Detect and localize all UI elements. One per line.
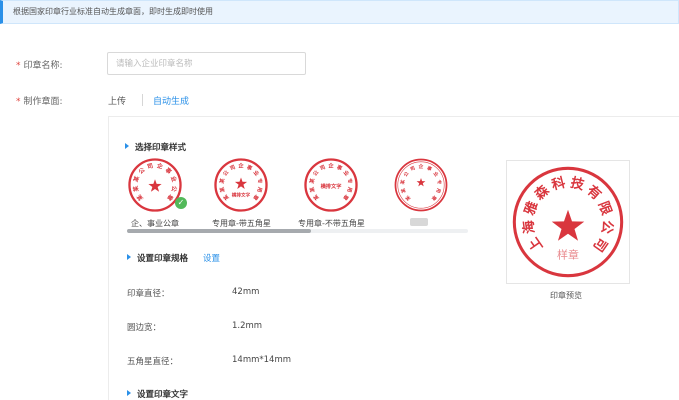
tab-upload[interactable]: 上传	[108, 94, 126, 107]
seal-preview: 上海雅森科技有限公司样章	[506, 160, 630, 284]
seal-special-star-icon: 某某某公司企事业专用章横排文字	[214, 158, 268, 212]
svg-text:专: 专	[346, 178, 355, 185]
svg-text:业: 业	[169, 175, 178, 183]
make-face-label: * 制作章面:	[16, 97, 63, 107]
svg-text:某: 某	[217, 177, 226, 185]
seal-name-label: * 印章名称:	[16, 61, 63, 71]
svg-text:公: 公	[312, 168, 321, 177]
svg-text:用: 用	[345, 185, 353, 193]
svg-text:科: 科	[550, 174, 568, 194]
spec-star-label: 五角星直径：	[127, 357, 179, 367]
blurred-label	[410, 218, 428, 226]
svg-text:企: 企	[418, 163, 424, 170]
svg-text:横排文字: 横排文字	[231, 192, 251, 199]
svg-text:事: 事	[335, 163, 344, 173]
seal-style-special-no-star[interactable]: 某某某公司企事业专用章横排文字	[302, 156, 360, 214]
svg-text:专: 专	[256, 178, 265, 185]
style-section-title: 选择印章样式	[125, 141, 186, 153]
seal-style-label: 专用章-带五角星	[212, 219, 271, 228]
svg-text:公: 公	[137, 166, 146, 175]
triangle-bullet-icon	[127, 254, 131, 260]
seal-style-label: 企、事业公章	[131, 219, 179, 228]
svg-text:专: 专	[435, 179, 443, 185]
spec-star-value: 14mm*14mm	[232, 355, 292, 365]
svg-text:企: 企	[155, 161, 164, 170]
svg-text:上: 上	[525, 234, 546, 255]
text-section-title: 设置印章文字	[127, 388, 188, 400]
spec-settings-link[interactable]: 设置	[203, 252, 220, 264]
svg-text:某: 某	[131, 185, 140, 192]
tab-divider	[142, 94, 143, 106]
svg-text:公: 公	[170, 185, 178, 192]
required-mark: *	[16, 61, 21, 71]
svg-text:章: 章	[430, 194, 438, 202]
svg-text:某: 某	[132, 175, 141, 183]
spec-section-title: 设置印章规格	[127, 252, 188, 264]
seal-style-label: 专用章-不带五角星	[298, 219, 365, 228]
svg-text:用: 用	[434, 186, 443, 194]
seal-name-input[interactable]	[107, 52, 306, 75]
svg-text:事: 事	[245, 163, 254, 173]
svg-text:公: 公	[598, 219, 616, 235]
svg-text:司: 司	[228, 163, 236, 172]
spec-diameter-value: 42mm	[232, 287, 260, 297]
seal-special-nostar-icon: 某某某公司企事业专用章横排文字	[304, 158, 358, 212]
svg-text:限: 限	[595, 199, 615, 218]
svg-text:雅: 雅	[521, 198, 542, 217]
svg-text:样章: 样章	[557, 248, 579, 262]
svg-text:司: 司	[590, 234, 611, 254]
seal-style-special-star[interactable]: 某某某公司企事业专用章横排文字	[212, 156, 270, 214]
svg-text:公: 公	[403, 171, 411, 179]
svg-text:某: 某	[307, 185, 316, 193]
spec-border-label: 圆边宽：	[127, 323, 162, 333]
spec-border-value: 1.2mm	[232, 321, 263, 331]
svg-text:用: 用	[255, 185, 263, 193]
seal-preview-image: 上海雅森科 技有限公司样章	[512, 166, 624, 278]
svg-text:技: 技	[569, 174, 587, 194]
svg-text:某: 某	[217, 185, 226, 193]
svg-text:企: 企	[238, 161, 244, 169]
triangle-bullet-icon	[127, 390, 131, 396]
svg-text:事: 事	[426, 164, 434, 173]
svg-text:森: 森	[531, 181, 553, 203]
svg-text:公: 公	[222, 168, 231, 177]
svg-text:有: 有	[584, 182, 605, 204]
svg-text:某: 某	[307, 177, 316, 185]
svg-text:司: 司	[409, 164, 417, 173]
svg-text:横排文字: 横排文字	[321, 182, 342, 190]
svg-text:司: 司	[146, 161, 154, 170]
svg-text:某: 某	[399, 179, 407, 186]
preview-label: 印章预览	[550, 291, 582, 300]
seal-other-icon: 某某某公司企事业专用章	[394, 158, 448, 212]
seal-style-other[interactable]: 某某某公司企事业专用章	[392, 156, 450, 214]
svg-text:司: 司	[318, 163, 326, 172]
style-scrollbar[interactable]	[127, 229, 311, 233]
tab-auto-generate[interactable]: 自动生成	[153, 94, 189, 107]
svg-text:某: 某	[399, 187, 408, 195]
triangle-bullet-icon	[125, 143, 129, 149]
check-icon: ✓	[175, 197, 187, 209]
svg-text:企: 企	[328, 161, 334, 169]
spec-diameter-label: 印章直径：	[127, 289, 170, 299]
svg-text:业: 业	[432, 170, 441, 178]
notice-text: 根据国家印章行业标准自动生成章面，即时生成即时使用	[13, 7, 213, 16]
required-mark: *	[16, 97, 21, 107]
svg-text:海: 海	[519, 219, 538, 235]
notice-bar: 根据国家印章行业标准自动生成章面，即时生成即时使用	[0, 0, 679, 24]
